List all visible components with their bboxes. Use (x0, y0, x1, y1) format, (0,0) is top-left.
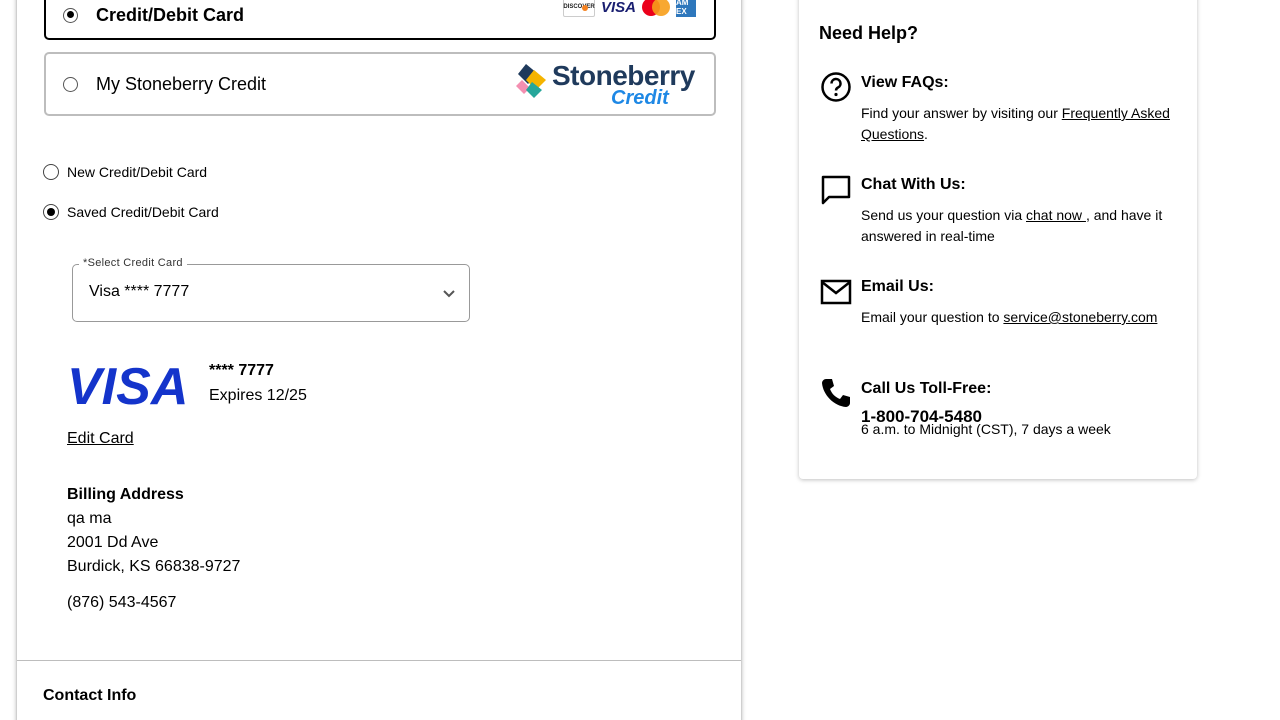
need-help-card: Need Help? View FAQs: Find your answer b… (799, 0, 1197, 479)
mastercard-logo-icon (642, 0, 670, 16)
stoneberry-credit-label: My Stoneberry Credit (96, 73, 267, 94)
select-credit-card-legend: *Select Credit Card (79, 257, 187, 269)
credit-debit-label: Credit/Debit Card (96, 4, 245, 25)
payment-panel: Credit/Debit Card DISCOVER VISA AM EX My… (16, 0, 742, 720)
section-divider (17, 660, 741, 661)
discover-logo-icon: DISCOVER (562, 0, 595, 17)
need-help-title: Need Help? (819, 23, 919, 43)
chevron-down-icon (443, 290, 455, 298)
email-heading: Email Us: (861, 278, 934, 295)
credit-debit-radio[interactable] (63, 7, 78, 23)
mail-icon (820, 279, 852, 305)
visa-card-logo-icon: VISA (67, 360, 188, 410)
stoneberry-mark-icon (516, 64, 546, 98)
question-circle-icon (821, 72, 851, 102)
faq-text-before: Find your answer by visiting our (861, 105, 1062, 121)
phone-hours: 6 a.m. to Midnight (CST), 7 days a week (861, 421, 1111, 437)
billing-name: qa ma (67, 510, 112, 527)
chat-bubble-icon (821, 175, 851, 205)
billing-address-title: Billing Address (67, 486, 184, 503)
edit-card-link[interactable]: Edit Card (67, 430, 134, 448)
saved-card-radio[interactable] (43, 204, 59, 220)
accepted-card-logos: DISCOVER VISA AM EX (562, 0, 696, 17)
faq-text-after: . (924, 126, 928, 142)
select-credit-card-value: Visa **** 7777 (89, 283, 190, 300)
email-text: Email your question to service@stoneberr… (861, 307, 1177, 328)
select-credit-card-dropdown[interactable]: *Select Credit Card Visa **** 7777 (72, 257, 470, 322)
chat-text-before: Send us your question via (861, 207, 1026, 223)
payment-option-credit-debit[interactable]: Credit/Debit Card DISCOVER VISA AM EX (44, 0, 716, 40)
visa-logo-icon: VISA (600, 0, 636, 16)
phone-icon (822, 379, 850, 407)
chat-heading: Chat With Us: (861, 176, 966, 193)
amex-logo-icon: AM EX (676, 0, 696, 17)
saved-card-label[interactable]: Saved Credit/Debit Card (67, 204, 219, 220)
email-text-before: Email your question to (861, 309, 1004, 325)
new-card-label[interactable]: New Credit/Debit Card (67, 164, 207, 180)
visa-card-logo-text: VISA (67, 360, 188, 410)
chat-text: Send us your question via chat now , and… (861, 205, 1177, 247)
saved-card-expiry: Expires 12/25 (209, 387, 307, 404)
saved-card-number: **** 7777 (209, 362, 274, 379)
contact-info-title: Contact Info (43, 687, 137, 704)
faq-text: Find your answer by visiting our Frequen… (861, 103, 1177, 145)
billing-street: 2001 Dd Ave (67, 534, 159, 551)
chat-now-link[interactable]: chat now (1026, 207, 1086, 223)
stoneberry-credit-radio[interactable] (63, 76, 78, 92)
phone-heading: Call Us Toll-Free: (861, 380, 992, 397)
new-card-radio[interactable] (43, 164, 59, 180)
email-link[interactable]: service@stoneberry.com (1003, 309, 1157, 325)
billing-phone: (876) 543-4567 (67, 594, 177, 611)
payment-option-stoneberry-credit[interactable]: My Stoneberry Credit Stoneberry Credit (44, 52, 716, 116)
billing-city-line: Burdick, KS 66838-9727 (67, 558, 241, 575)
stoneberry-credit-wordmark: Credit (611, 87, 669, 109)
faq-heading: View FAQs: (861, 74, 949, 91)
stoneberry-credit-logo: Stoneberry Credit (516, 60, 698, 110)
